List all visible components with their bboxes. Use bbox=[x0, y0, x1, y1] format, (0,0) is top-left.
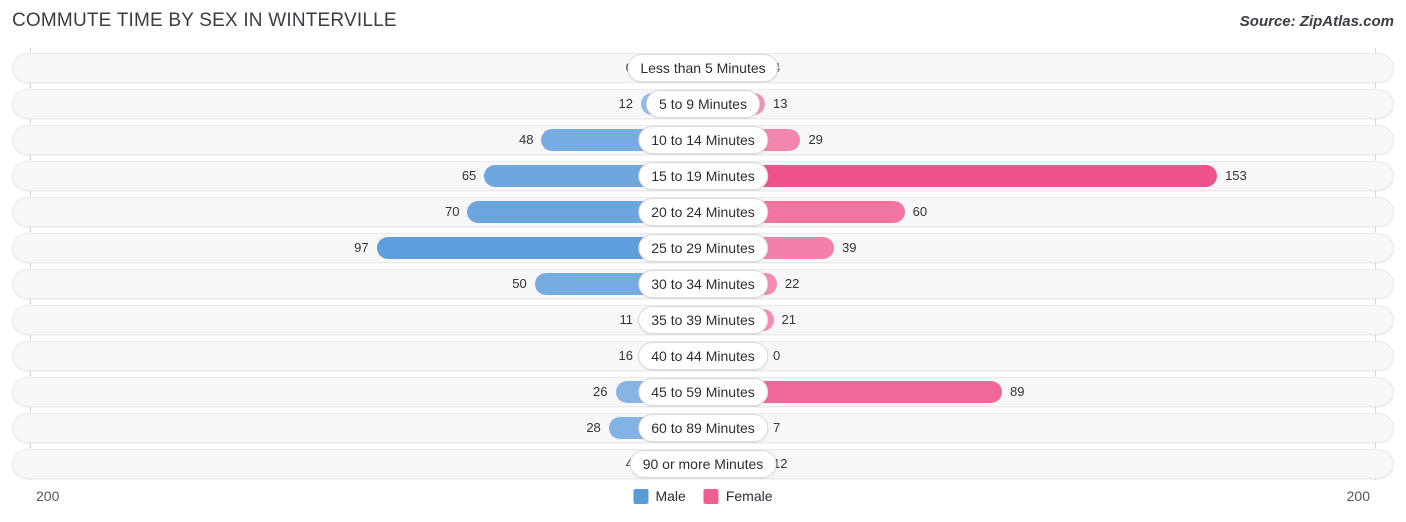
female-value-label: 22 bbox=[784, 276, 800, 291]
male-value-label: 48 bbox=[519, 132, 534, 147]
axis-max-left: 200 bbox=[36, 488, 60, 504]
male-value-label: 70 bbox=[444, 204, 460, 219]
legend-label: Female bbox=[725, 488, 773, 504]
chart-row: 04Less than 5 Minutes bbox=[12, 53, 1394, 83]
chart-row: 41290 or more Minutes bbox=[12, 449, 1394, 479]
female-value-label: 29 bbox=[808, 132, 823, 147]
legend-swatch-icon bbox=[703, 488, 719, 504]
category-label: 5 to 9 Minutes bbox=[646, 90, 760, 118]
chart-row: 11 21 35 to 39 Minutes bbox=[12, 305, 1394, 335]
legend-swatch-icon bbox=[633, 488, 649, 504]
plot-area: 04Less than 5 Minutes 12 13 5 to 9 Minutes 4… bbox=[0, 48, 1406, 480]
category-label: 25 to 29 Minutes bbox=[638, 234, 768, 262]
category-label: 15 to 19 Minutes bbox=[638, 162, 768, 190]
female-bar bbox=[703, 165, 1218, 187]
category-label: 35 to 39 Minutes bbox=[638, 306, 768, 334]
chart-row: 28 7 60 to 89 Minutes bbox=[12, 413, 1394, 443]
axis-max-right: 200 bbox=[1346, 488, 1370, 504]
chart-row: 16 0 40 to 44 Minutes bbox=[12, 341, 1394, 371]
male-value-label: 12 bbox=[618, 96, 633, 111]
category-label: 90 or more Minutes bbox=[629, 450, 777, 478]
chart-row: 48 29 10 to 14 Minutes bbox=[12, 125, 1394, 155]
category-label: 45 to 59 Minutes bbox=[638, 378, 768, 406]
category-label: 10 to 14 Minutes bbox=[638, 126, 768, 154]
female-value-label: 21 bbox=[781, 312, 797, 327]
female-value-label: 0 bbox=[773, 348, 781, 363]
male-value-label: 16 bbox=[618, 348, 633, 363]
chart-row: 70 60 20 to 24 Minutes bbox=[12, 197, 1394, 227]
female-value-label: 13 bbox=[773, 96, 788, 111]
male-value-label: 28 bbox=[586, 420, 601, 435]
legend-item[interactable]: Female bbox=[703, 488, 773, 504]
female-value-label: 153 bbox=[1225, 168, 1247, 183]
category-label: 30 to 34 Minutes bbox=[638, 270, 768, 298]
male-value-label: 50 bbox=[512, 276, 527, 291]
chart-row: 12 13 5 to 9 Minutes bbox=[12, 89, 1394, 119]
commute-time-chart: COMMUTE TIME BY SEX IN WINTERVILLE Sourc… bbox=[0, 0, 1406, 522]
chart-title: COMMUTE TIME BY SEX IN WINTERVILLE bbox=[12, 10, 397, 31]
male-value-label: 26 bbox=[593, 384, 608, 399]
male-value-label: 97 bbox=[354, 240, 369, 255]
category-label: 60 to 89 Minutes bbox=[638, 414, 768, 442]
category-label: 20 to 24 Minutes bbox=[638, 198, 768, 226]
female-value-label: 89 bbox=[1010, 384, 1025, 399]
chart-legend: Male Female bbox=[633, 488, 773, 504]
chart-row: 97 39 25 to 29 Minutes bbox=[12, 233, 1394, 263]
chart-source: Source: ZipAtlas.com bbox=[1239, 13, 1394, 30]
category-label: Less than 5 Minutes bbox=[627, 54, 779, 82]
female-value-label: 39 bbox=[842, 240, 857, 255]
female-value-label: 60 bbox=[912, 204, 928, 219]
category-label: 40 to 44 Minutes bbox=[638, 342, 768, 370]
chart-row: 50 22 30 to 34 Minutes bbox=[12, 269, 1394, 299]
legend-label: Male bbox=[655, 488, 686, 504]
female-value-label: 7 bbox=[773, 420, 781, 435]
chart-row: 26 89 45 to 59 Minutes bbox=[12, 377, 1394, 407]
male-value-label: 11 bbox=[619, 312, 634, 327]
chart-row: 65 153 15 to 19 Minutes bbox=[12, 161, 1394, 191]
male-value-label: 65 bbox=[461, 168, 477, 183]
chart-footer: 200 200 Male Female bbox=[0, 480, 1406, 522]
legend-item[interactable]: Male bbox=[633, 488, 686, 504]
